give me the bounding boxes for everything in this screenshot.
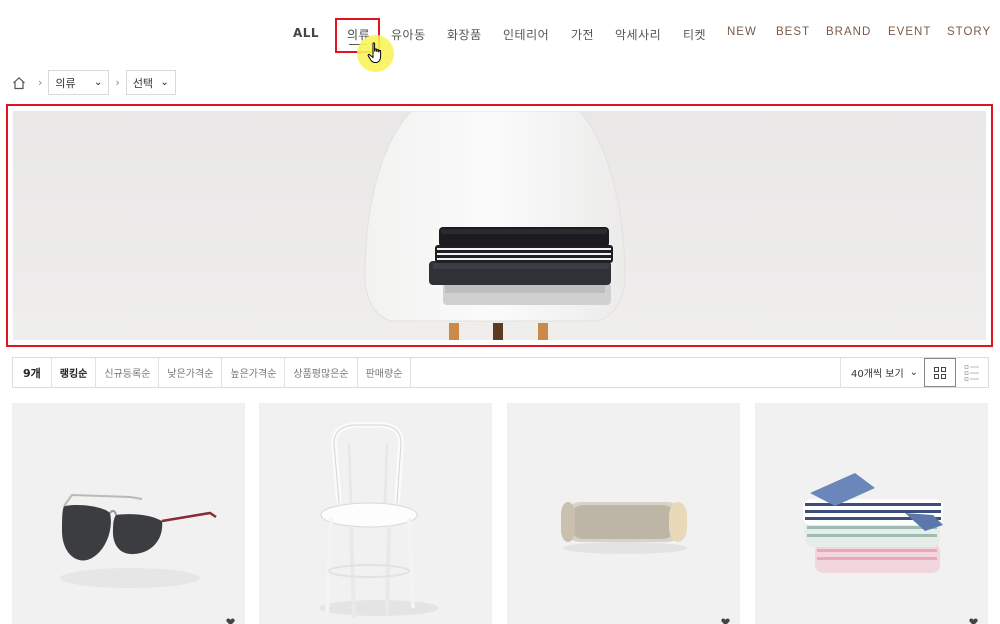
- heart-icon[interactable]: [226, 618, 235, 624]
- sort-option-high-price[interactable]: 높은가격순: [222, 358, 286, 387]
- nav-item-tickets[interactable]: 티켓: [683, 26, 706, 43]
- top-navigation: ALL 의류 유아동 화장품 인테리어 가전 악세사리 티켓 NEW BEST …: [0, 0, 1000, 72]
- list-view-button[interactable]: [956, 358, 988, 387]
- chevron-down-icon: ⌄: [909, 367, 918, 378]
- nav-item-all[interactable]: ALL: [293, 26, 319, 40]
- chair-image: [319, 422, 439, 619]
- product-card[interactable]: [507, 403, 740, 624]
- list-view-icon: [964, 364, 979, 381]
- home-icon[interactable]: [12, 76, 26, 90]
- banner-image: [364, 111, 626, 340]
- socks-image: [803, 473, 943, 573]
- sort-option-newest[interactable]: 신규등록순: [96, 358, 160, 387]
- chevron-right-icon: ›: [38, 76, 43, 89]
- nav-item-appliances[interactable]: 가전: [571, 26, 594, 43]
- view-tools: 40개씩 보기 ⌄: [840, 358, 988, 387]
- nav-item-kids[interactable]: 유아동: [391, 26, 426, 43]
- nav-item-new[interactable]: NEW: [727, 26, 757, 38]
- per-page-select[interactable]: 40개씩 보기 ⌄: [840, 358, 924, 387]
- heart-icon[interactable]: [969, 618, 978, 624]
- per-page-value: 40개씩 보기: [851, 369, 904, 380]
- sort-option-low-price[interactable]: 낮은가격순: [159, 358, 223, 387]
- chevron-down-icon: ⌄: [94, 77, 103, 88]
- nav-item-interior[interactable]: 인테리어: [503, 26, 549, 43]
- heart-icon[interactable]: [721, 618, 730, 624]
- grid-view-button[interactable]: [924, 358, 956, 387]
- grid-view-icon: [934, 366, 946, 379]
- item-count-value: 9개: [23, 366, 41, 380]
- item-count: 9개: [13, 358, 52, 387]
- product-card[interactable]: [12, 403, 245, 624]
- speaker-image: [561, 502, 687, 554]
- category-banner[interactable]: [13, 111, 986, 340]
- nav-item-brand[interactable]: BRAND: [826, 26, 871, 38]
- chevron-right-icon: ›: [115, 76, 120, 89]
- sunglasses-image: [60, 493, 217, 588]
- sort-option-most-reviews[interactable]: 상품평많은순: [285, 358, 358, 387]
- subcategory-select-value: 선택: [132, 76, 154, 90]
- pointer-hand-icon: [367, 42, 382, 63]
- nav-item-accessories[interactable]: 악세사리: [615, 26, 661, 43]
- category-select[interactable]: 의류 ⌄: [48, 70, 110, 95]
- nav-item-event[interactable]: EVENT: [888, 26, 931, 38]
- chevron-down-icon: ⌄: [160, 77, 169, 88]
- nav-item-cosmetics[interactable]: 화장품: [447, 26, 482, 43]
- product-card[interactable]: [259, 403, 492, 624]
- category-select-value: 의류: [55, 76, 76, 90]
- sort-option-ranking[interactable]: 랭킹순: [52, 358, 97, 387]
- nav-item-story[interactable]: STORY: [947, 26, 991, 38]
- breadcrumb: › 의류 ⌄ › 선택 ⌄: [12, 70, 176, 95]
- sort-bar: 9개 랭킹순 신규등록순 낮은가격순 높은가격순 상품평많은순 판매량순 40개…: [12, 357, 989, 388]
- nav-item-best[interactable]: BEST: [776, 26, 810, 38]
- product-card[interactable]: [755, 403, 988, 624]
- banner-highlight-box: [6, 104, 993, 347]
- sort-option-sales[interactable]: 판매량순: [358, 358, 412, 387]
- subcategory-select[interactable]: 선택 ⌄: [125, 70, 176, 95]
